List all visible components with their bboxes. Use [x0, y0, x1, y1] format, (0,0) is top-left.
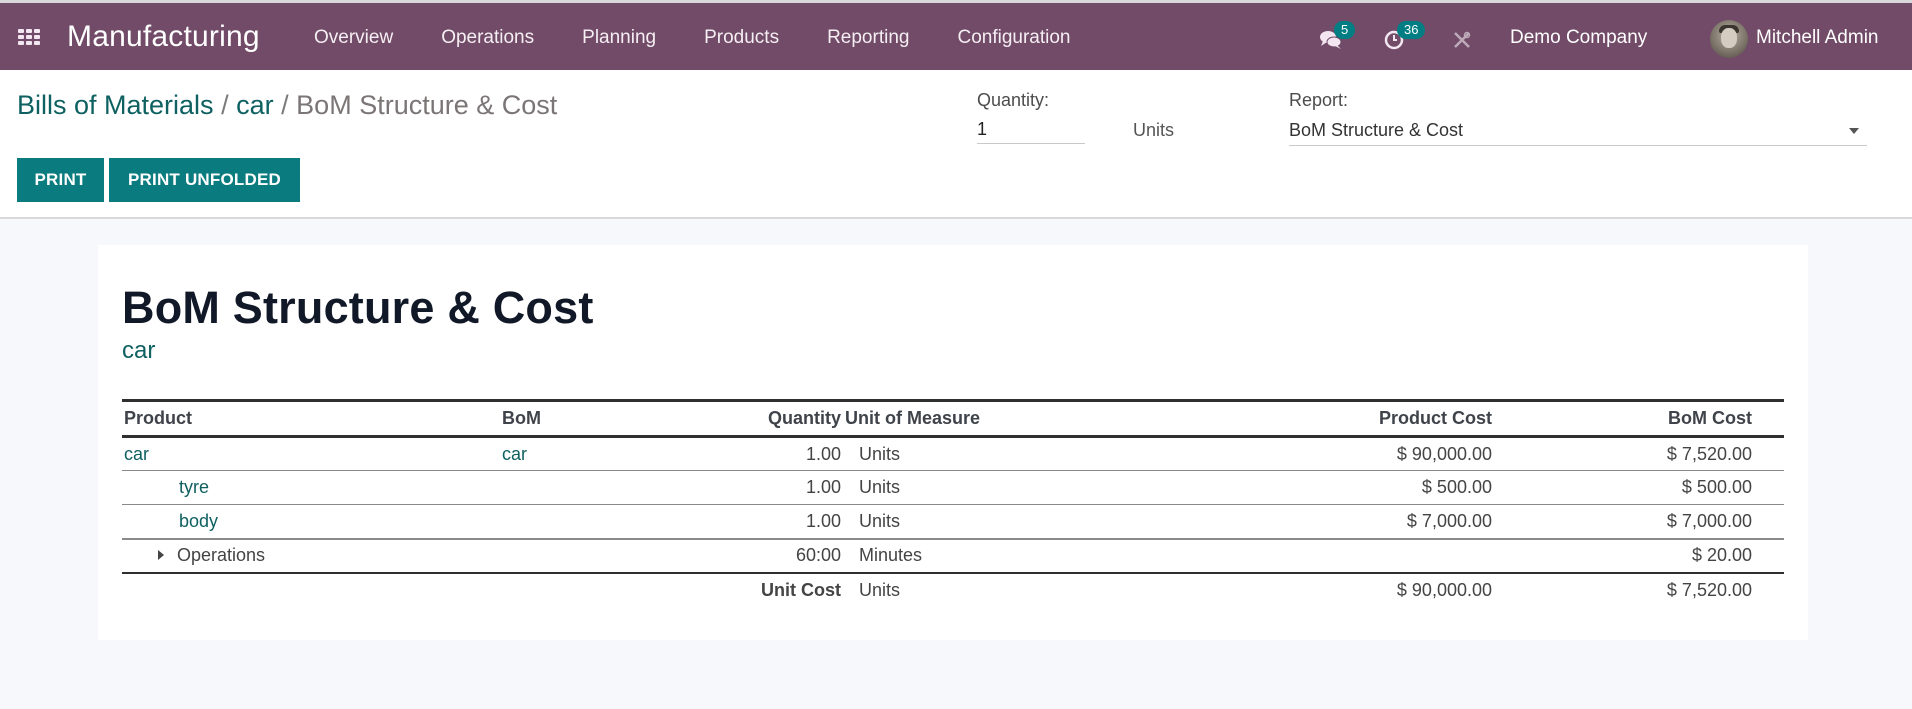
uom-cell: Units [843, 470, 1093, 505]
table-row: body 1.00 Units $ 7,000.00 $ 7,000.00 [122, 504, 1784, 540]
operations-label[interactable]: Operations [177, 545, 265, 565]
product-link[interactable]: tyre [179, 477, 209, 497]
table-header-row: Product BoM Quantity Unit of Measure Pro… [122, 399, 1784, 438]
table-row: car car 1.00 Units $ 90,000.00 $ 7,520.0… [122, 436, 1784, 471]
quantity-input[interactable] [977, 116, 1085, 144]
breadcrumb-bills-of-materials[interactable]: Bills of Materials [17, 90, 214, 120]
col-header-spacer [1754, 399, 1784, 438]
breadcrumb-car[interactable]: car [236, 90, 274, 120]
activities-button[interactable]: 36 [1383, 21, 1426, 51]
debug-tools-button[interactable] [1452, 30, 1472, 50]
unit-cost-label: Unit Cost [761, 579, 841, 600]
uom-cell: Units [843, 436, 1093, 471]
operations-product-cost [1093, 538, 1494, 574]
operations-uom: Minutes [843, 538, 1093, 574]
activities-count-badge: 36 [1397, 21, 1426, 39]
col-header-product-cost: Product Cost [1093, 399, 1494, 438]
product-cost-cell: $ 500.00 [1093, 470, 1494, 505]
total-product-cost: $ 90,000.00 [1396, 579, 1492, 600]
print-unfolded-button[interactable]: PRINT UNFOLDED [109, 158, 300, 202]
report-select[interactable]: BoM Structure & Cost [1289, 116, 1867, 146]
report-select-value: BoM Structure & Cost [1289, 120, 1464, 140]
breadcrumb-separator: / [221, 90, 229, 120]
table-row: tyre 1.00 Units $ 500.00 $ 500.00 [122, 470, 1784, 505]
report-card: BoM Structure & Cost car Product BoM Qua… [98, 245, 1808, 640]
bom-cost-cell: $ 500.00 [1494, 470, 1754, 505]
bom-link[interactable]: car [502, 444, 527, 464]
total-bom-cost: $ 7,520.00 [1666, 579, 1752, 600]
product-cost-cell: $ 7,000.00 [1093, 504, 1494, 540]
bom-table: Product BoM Quantity Unit of Measure Pro… [122, 399, 1784, 607]
expand-caret-icon[interactable] [158, 550, 164, 560]
user-menu[interactable]: Mitchell Admin [1756, 27, 1879, 49]
user-avatar[interactable] [1710, 20, 1748, 58]
quantity-label: Quantity: [977, 90, 1050, 110]
breadcrumb: Bills of Materials / car / BoM Structure… [17, 90, 557, 121]
col-header-bom: BoM [500, 399, 730, 438]
col-header-bom-cost: BoM Cost [1494, 399, 1754, 438]
report-title: BoM Structure & Cost [122, 282, 594, 333]
operations-bom-cost: $ 20.00 [1494, 538, 1754, 574]
bom-cost-cell: $ 7,520.00 [1494, 436, 1754, 471]
tools-icon [1454, 31, 1471, 48]
col-header-product: Product [122, 399, 500, 438]
uom-cell: Units [843, 504, 1093, 540]
messages-count-badge: 5 [1334, 21, 1356, 39]
quantity-cell: 1.00 [730, 436, 843, 471]
operations-row[interactable]: Operations 60:00 Minutes $ 20.00 [122, 538, 1784, 574]
product-cost-cell: $ 90,000.00 [1093, 436, 1494, 471]
col-header-uom: Unit of Measure [843, 399, 1093, 438]
operations-duration: 60:00 [730, 538, 843, 574]
bom-cell [500, 504, 730, 540]
print-button[interactable]: PRINT [17, 158, 104, 202]
total-uom: Units [859, 579, 901, 600]
breadcrumb-current: BoM Structure & Cost [296, 90, 558, 120]
quantity-cell: 1.00 [730, 470, 843, 505]
report-label: Report: [1289, 90, 1349, 110]
systray: 5 36 Demo Company Mitchell Admin [0, 3, 1912, 70]
quantity-cell: 1.00 [730, 504, 843, 540]
breadcrumb-separator: / [281, 90, 289, 120]
total-row: Unit Cost Units $ 90,000.00 $ 7,520.00 [122, 573, 1784, 607]
col-header-quantity: Quantity [730, 399, 843, 438]
messages-button[interactable]: 5 [1318, 21, 1356, 51]
caret-down-icon [1849, 128, 1859, 134]
bom-cost-cell: $ 7,000.00 [1494, 504, 1754, 540]
company-switcher[interactable]: Demo Company [1510, 27, 1647, 49]
bom-cell [500, 470, 730, 505]
product-link[interactable]: car [124, 444, 149, 464]
report-product-link[interactable]: car [122, 337, 155, 365]
control-panel: Bills of Materials / car / BoM Structure… [0, 70, 1912, 219]
quantity-uom: Units [1133, 120, 1175, 140]
top-navbar: Manufacturing Overview Operations Planni… [0, 3, 1912, 70]
product-link[interactable]: body [179, 511, 218, 531]
